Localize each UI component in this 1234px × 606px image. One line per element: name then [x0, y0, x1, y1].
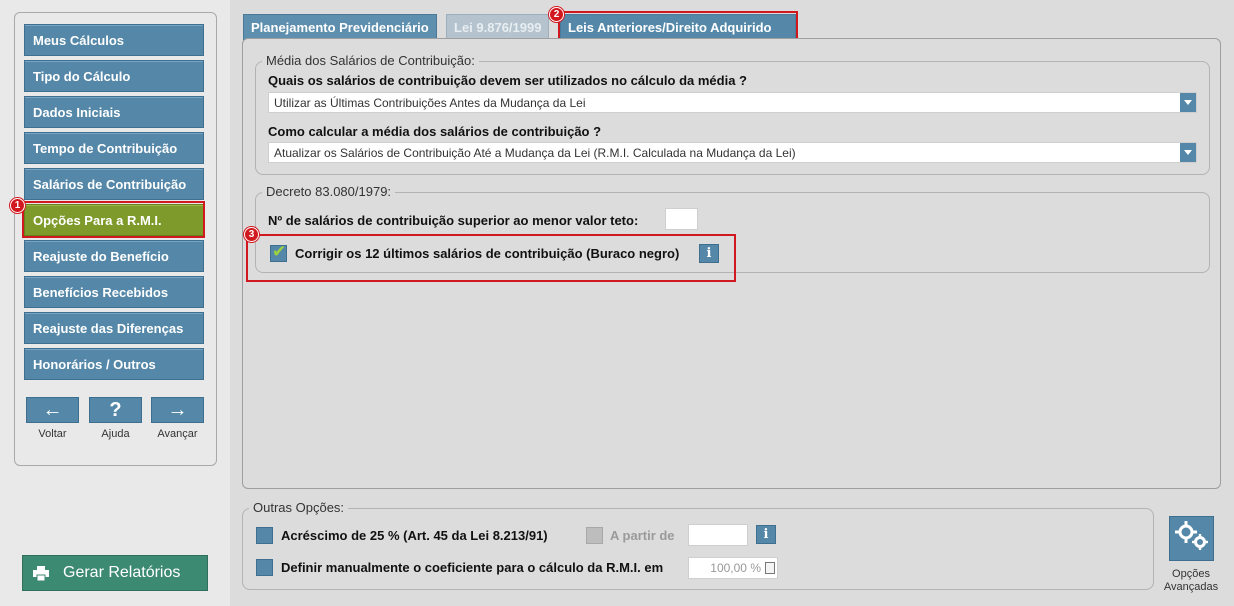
apartir-date-input[interactable] — [688, 524, 748, 546]
decreto-group-legend: Decreto 83.080/1979: — [262, 184, 396, 199]
sidebar-item-label: Tempo de Contribuição — [33, 140, 178, 156]
help-label: Ajuda — [101, 428, 130, 440]
tab-lei-9876[interactable]: Lei 9.876/1999 — [446, 14, 550, 40]
next-label: Avançar — [157, 428, 198, 440]
checkmark-icon: ✔ — [272, 242, 287, 261]
tab-label: Planejamento Previdenciário — [251, 19, 429, 35]
sidebar-item-meus-calculos[interactable]: Meus Cálculos — [24, 24, 204, 56]
gears-icon — [1174, 520, 1210, 557]
teto-input[interactable] — [665, 208, 698, 230]
arrow-right-icon: → — [167, 398, 188, 421]
printer-icon — [33, 565, 49, 581]
sidebar-item-beneficios-recebidos[interactable]: Benefícios Recebidos — [24, 276, 204, 308]
media-question-2: Como calcular a média dos salários de co… — [268, 124, 602, 139]
generate-reports-button[interactable]: Gerar Relatórios — [22, 555, 208, 591]
media-select-1-value: Utilizar as Últimas Contribuições Antes … — [274, 95, 586, 110]
sidebar-item-dados-iniciais[interactable]: Dados Iniciais — [24, 96, 204, 128]
definir-coef-label: Definir manualmente o coeficiente para o… — [281, 560, 664, 575]
media-select-2[interactable]: Atualizar os Salários de Contribuição At… — [268, 142, 1197, 163]
back-label: Voltar — [38, 428, 67, 440]
sidebar-item-reajuste-do-beneficio[interactable]: Reajuste do Benefício — [24, 240, 204, 272]
arrow-left-icon: ← — [42, 398, 63, 421]
calculator-icon[interactable] — [765, 562, 775, 574]
advanced-options-label-line2: Avançadas — [1163, 581, 1219, 593]
definir-coef-checkbox[interactable] — [256, 559, 273, 576]
corrigir-checkbox[interactable]: ✔ — [270, 242, 287, 262]
question-icon: ? — [109, 398, 122, 421]
acrescimo-label: Acréscimo de 25 % (Art. 45 da Lei 8.213/… — [281, 528, 548, 543]
advanced-options-label: Opções Avançadas — [1158, 568, 1224, 594]
coef-input[interactable]: 100,00 % — [688, 557, 778, 579]
teto-label: Nº de salários de contribuição superior … — [268, 213, 639, 228]
generate-reports-label: Gerar Relatórios — [63, 564, 181, 581]
advanced-options-label-line1: Opções — [1172, 568, 1210, 580]
apartir-checkbox — [586, 527, 603, 544]
sidebar-item-label: Dados Iniciais — [33, 104, 121, 120]
tab-label: Leis Anteriores/Direito Adquirido — [568, 19, 772, 35]
sidebar-item-tipo-do-calculo[interactable]: Tipo do Cálculo — [24, 60, 204, 92]
sidebar-item-honorarios-outros[interactable]: Honorários / Outros — [24, 348, 204, 380]
sidebar-item-tempo-de-contribuicao[interactable]: Tempo de Contribuição — [24, 132, 204, 164]
sidebar-item-label: Salários de Contribuição — [33, 176, 187, 192]
corrigir-label: Corrigir os 12 últimos salários de contr… — [295, 246, 680, 261]
step-marker-2: 2 — [549, 7, 564, 22]
sidebar-item-label: Tipo do Cálculo — [33, 68, 131, 84]
sidebar-item-label: Honorários / Outros — [33, 356, 156, 372]
info-icon[interactable]: i — [699, 244, 719, 263]
sidebar-item-label: Benefícios Recebidos — [33, 284, 169, 300]
media-question-1: Quais os salários de contribuição devem … — [268, 73, 747, 88]
tab-label: Lei 9.876/1999 — [454, 19, 542, 35]
sidebar-item-label: Opções Para a R.M.I. — [33, 212, 162, 228]
step-marker-3: 3 — [244, 227, 259, 242]
sidebar-item-salarios-de-contribuicao[interactable]: Salários de Contribuição — [24, 168, 204, 200]
media-select-1[interactable]: Utilizar as Últimas Contribuições Antes … — [268, 92, 1197, 113]
chevron-down-icon[interactable] — [1180, 143, 1196, 162]
help-button[interactable]: ? — [89, 397, 142, 423]
acrescimo-checkbox[interactable] — [256, 527, 273, 544]
step-marker-1: 1 — [10, 198, 25, 213]
coef-value: 100,00 % — [710, 561, 761, 575]
chevron-down-icon[interactable] — [1180, 93, 1196, 112]
back-button[interactable]: ← — [26, 397, 79, 423]
sidebar-item-reajuste-das-diferencas[interactable]: Reajuste das Diferenças — [24, 312, 204, 344]
media-select-2-value: Atualizar os Salários de Contribuição At… — [274, 145, 796, 160]
sidebar-item-opcoes-rmi[interactable]: Opções Para a R.M.I. — [24, 204, 204, 236]
media-group-legend: Média dos Salários de Contribuição: — [262, 53, 479, 68]
apartir-label: A partir de — [610, 528, 675, 543]
info-icon[interactable]: i — [756, 525, 776, 544]
sidebar-item-label: Reajuste das Diferenças — [33, 320, 184, 336]
sidebar-item-label: Meus Cálculos — [33, 32, 125, 48]
tab-leis-anteriores[interactable]: Leis Anteriores/Direito Adquirido — [560, 14, 796, 40]
sidebar-item-label: Reajuste do Benefício — [33, 248, 169, 264]
tab-planejamento[interactable]: Planejamento Previdenciário — [243, 14, 437, 40]
next-button[interactable]: → — [151, 397, 204, 423]
advanced-options-button[interactable] — [1169, 516, 1214, 561]
outras-opcoes-legend: Outras Opções: — [249, 500, 349, 515]
